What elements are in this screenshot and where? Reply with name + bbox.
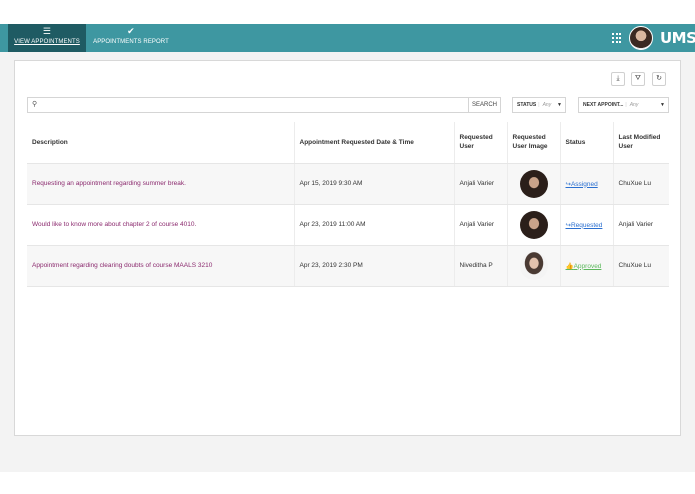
table-row[interactable]: Requesting an appointment regarding summ… <box>27 163 669 205</box>
row-datetime: Apr 23, 2019 2:30 PM <box>294 245 455 287</box>
tab-view-appointments-label: VIEW APPOINTMENTS <box>14 39 80 45</box>
table-row[interactable]: Appointment regarding clearing doubts of… <box>27 245 669 287</box>
row-last-modified-user: ChuXue Lu <box>613 163 669 205</box>
table-header-row: Description Appointment Requested Date &… <box>27 122 669 164</box>
column-header-description[interactable]: Description <box>27 122 295 164</box>
row-datetime: Apr 15, 2019 9:30 AM <box>294 163 455 205</box>
user-image <box>519 251 548 280</box>
search-button[interactable]: SEARCH <box>468 97 501 113</box>
row-description-link[interactable]: Requesting an appointment regarding summ… <box>27 163 295 205</box>
row-last-modified-user: Anjali Varier <box>613 204 669 246</box>
tab-view-appointments[interactable]: ☰ VIEW APPOINTMENTS <box>8 24 86 52</box>
next-appointment-filter-dropdown[interactable]: NEXT APPOINT... | Any ▼ <box>578 97 669 113</box>
user-image <box>519 169 548 198</box>
column-header-datetime[interactable]: Appointment Requested Date & Time <box>294 122 455 164</box>
status-link-assigned[interactable]: ↪Assigned <box>566 181 598 188</box>
refresh-button[interactable]: ↻ <box>652 72 666 86</box>
tab-appointments-report-label: APPOINTMENTS REPORT <box>93 39 169 45</box>
appointments-panel: ⤓ ⛛ ↻ ⚲ SEARCH STATUS | Any ▼ NEXT APPOINT… <box>14 60 681 436</box>
check-icon: ✔ <box>127 26 135 36</box>
search-field[interactable]: ⚲ <box>27 97 481 113</box>
column-header-requested-user[interactable]: Requested User <box>454 122 508 164</box>
row-datetime: Apr 23, 2019 11:00 AM <box>294 204 455 246</box>
column-header-status[interactable]: Status <box>560 122 614 164</box>
row-requested-user: Anjali Varier <box>454 204 508 246</box>
apps-grid-icon[interactable] <box>612 33 622 43</box>
status-filter-value: Any <box>542 102 552 108</box>
thumbs-up-icon: 👍 <box>565 262 574 270</box>
search-input[interactable] <box>42 99 472 111</box>
list-icon: ☰ <box>42 26 52 36</box>
row-requested-user: Anjali Varier <box>454 163 508 205</box>
next-appointment-filter-label: NEXT APPOINT... <box>583 102 624 108</box>
page-footer-strip <box>0 472 695 494</box>
chevron-down-icon: ▼ <box>557 102 562 108</box>
app-logo: UMS <box>660 29 695 47</box>
filter-button[interactable]: ⛛ <box>631 72 645 86</box>
row-requested-user: Niveditha P <box>454 245 508 287</box>
next-appointment-filter-value: Any <box>629 102 639 108</box>
search-icon: ⚲ <box>32 101 38 108</box>
appointments-table: Description Appointment Requested Date &… <box>27 122 669 287</box>
download-button[interactable]: ⤓ <box>611 72 625 86</box>
status-filter-label: STATUS <box>517 102 537 108</box>
row-description-link[interactable]: Appointment regarding clearing doubts of… <box>27 245 295 287</box>
chevron-down-icon: ▼ <box>660 102 665 108</box>
status-filter-dropdown[interactable]: STATUS | Any ▼ <box>512 97 566 113</box>
status-link-requested[interactable]: ↪Requested <box>566 222 603 229</box>
tab-appointments-report[interactable]: ✔ APPOINTMENTS REPORT <box>90 24 172 52</box>
column-header-last-modified-user[interactable]: Last Modified User <box>613 122 669 164</box>
column-header-user-image: Requested User Image <box>507 122 561 164</box>
user-avatar[interactable] <box>629 26 653 50</box>
row-description-link[interactable]: Would like to know more about chapter 2 … <box>27 204 295 246</box>
status-link-approved[interactable]: 👍Approved <box>566 263 602 270</box>
row-last-modified-user: ChuXue Lu <box>613 245 669 287</box>
top-navigation-bar: ☰ VIEW APPOINTMENTS ✔ APPOINTMENTS REPOR… <box>0 24 695 52</box>
user-image <box>519 210 548 239</box>
table-row[interactable]: Would like to know more about chapter 2 … <box>27 204 669 246</box>
